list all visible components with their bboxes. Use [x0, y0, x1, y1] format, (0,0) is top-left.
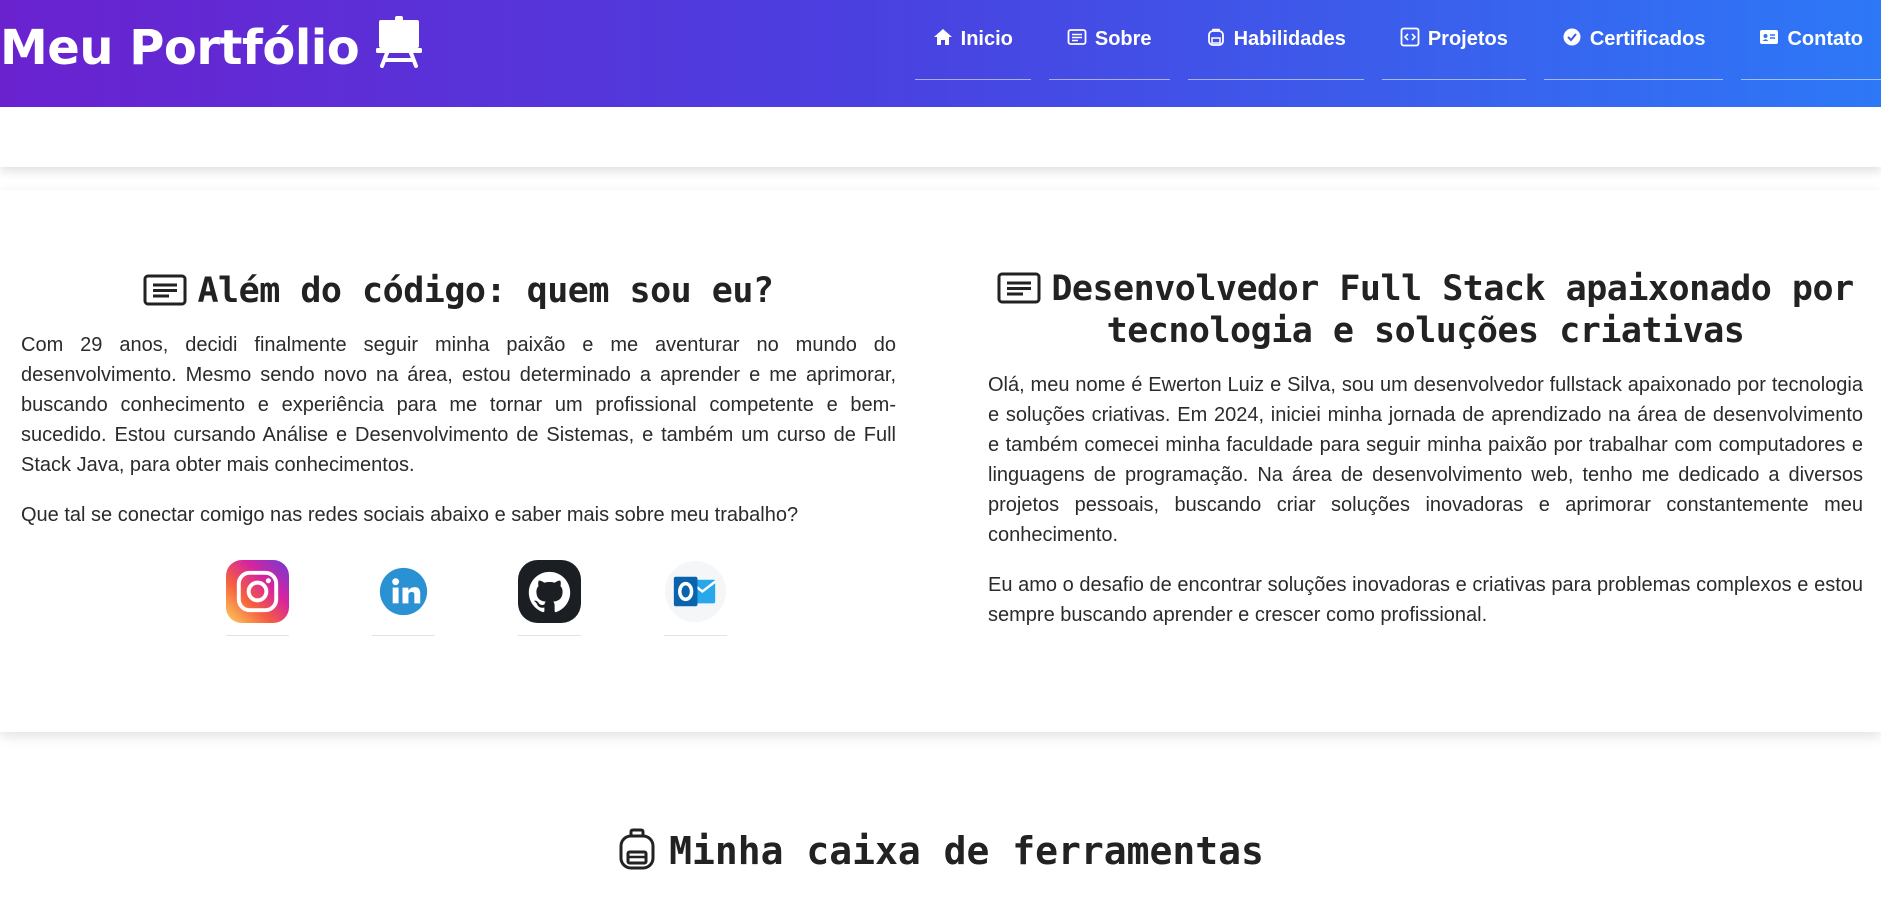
backpack-icon — [617, 828, 669, 873]
brand-title: Meu Portfólio — [0, 20, 360, 76]
social-links — [226, 560, 727, 636]
nav-label: Certificados — [1589, 28, 1706, 50]
nav-item-sobre[interactable]: Sobre — [1048, 0, 1170, 80]
github-link[interactable] — [518, 560, 581, 636]
nav-item-projetos[interactable]: Projetos — [1381, 0, 1526, 80]
nav-label: Projetos — [1427, 28, 1508, 50]
nav-label: Habilidades — [1233, 28, 1346, 50]
main-nav: Inicio Sobre Habilidades Projetos Certif… — [897, 0, 1881, 80]
nav-item-inicio[interactable]: Inicio — [914, 0, 1031, 80]
about-left-paragraph-2: Que tal se conectar comigo nas redes soc… — [21, 504, 799, 526]
code-icon — [1400, 27, 1420, 53]
nav-label: Inicio — [960, 28, 1013, 50]
linkedin-link[interactable] — [372, 560, 435, 636]
card-icon — [1067, 27, 1087, 53]
brand[interactable]: Meu Portfólio — [0, 16, 425, 80]
instagram-link[interactable] — [226, 560, 289, 636]
about-right-paragraph-1: Olá, meu nome é Ewerton Luiz e Silva, so… — [988, 374, 1863, 546]
about-left-paragraph-1: Com 29 anos, decidi finalmente seguir mi… — [21, 334, 896, 476]
about-section: Além do código: quem sou eu? Com 29 anos… — [0, 190, 1881, 732]
nav-item-habilidades[interactable]: Habilidades — [1187, 0, 1364, 80]
about-left-column: Além do código: quem sou eu? Com 29 anos… — [21, 270, 896, 530]
about-left-title: Além do código: quem sou eu? — [21, 270, 896, 312]
linkedin-icon — [372, 560, 435, 627]
nav-label: Sobre — [1094, 28, 1152, 50]
card-icon — [143, 271, 197, 311]
card-icon — [997, 269, 1051, 309]
instagram-icon — [226, 560, 289, 627]
tools-section-title: Minha caixa de ferramentas — [0, 828, 1881, 873]
home-icon — [933, 27, 953, 53]
nav-item-certificados[interactable]: Certificados — [1543, 0, 1724, 80]
about-right-paragraph-2: Eu amo o desafio de encontrar soluções i… — [988, 574, 1863, 626]
outlook-icon — [664, 560, 727, 627]
about-right-title: Desenvolvedor Full Stack apaixonado por … — [988, 268, 1863, 352]
header: Meu Portfólio Inicio Sobre Habilidades P… — [0, 0, 1881, 107]
contact-card-icon — [1759, 27, 1779, 53]
previous-section-card — [0, 107, 1881, 167]
github-icon — [518, 560, 581, 627]
easel-icon — [373, 16, 425, 80]
verified-icon — [1562, 27, 1582, 53]
backpack-icon — [1206, 27, 1226, 53]
nav-label: Contato — [1787, 28, 1863, 50]
outlook-link[interactable] — [664, 560, 727, 636]
about-right-column: Desenvolvedor Full Stack apaixonado por … — [988, 268, 1863, 630]
nav-item-contato[interactable]: Contato — [1741, 0, 1881, 80]
